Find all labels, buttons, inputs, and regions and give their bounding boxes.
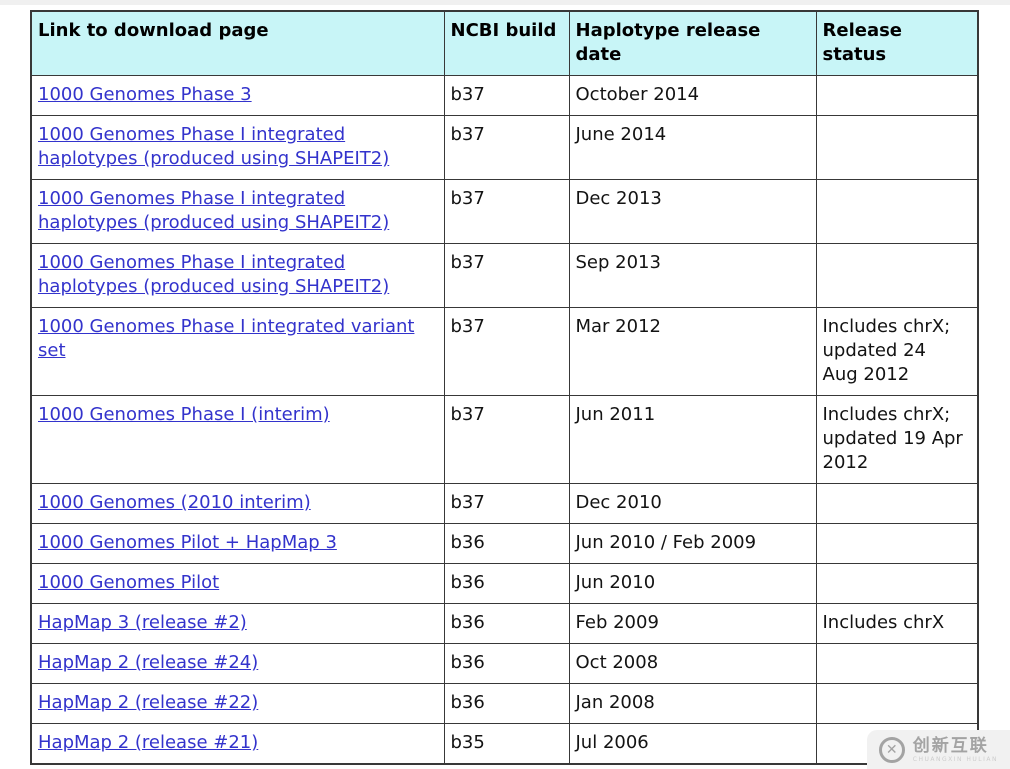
download-page-link[interactable]: HapMap 2 (release #21) [38,732,258,753]
date-cell: Jan 2008 [568,683,817,724]
status-cell [815,683,979,724]
date-cell: Jun 2010 / Feb 2009 [568,523,817,564]
download-page-cell: HapMap 2 (release #24) [30,643,445,684]
download-page-link[interactable]: 1000 Genomes Phase I integrated variant … [38,316,414,361]
col-header-release-date: Haplotype release date [568,10,817,76]
download-page-link[interactable]: HapMap 2 (release #22) [38,692,258,713]
download-page-cell: 1000 Genomes Pilot + HapMap 3 [30,523,445,564]
date-cell: Dec 2010 [568,483,817,524]
table-row: HapMap 2 (release #21) b35 Jul 2006 [30,723,979,765]
download-page-cell: 1000 Genomes Phase 3 [30,75,445,116]
download-page-cell: HapMap 2 (release #21) [30,723,445,765]
date-cell: Mar 2012 [568,307,817,396]
build-cell: b37 [443,395,570,484]
status-cell [815,75,979,116]
download-page-link[interactable]: 1000 Genomes Pilot [38,572,219,593]
date-cell: Feb 2009 [568,603,817,644]
status-cell: Includes chrX [815,603,979,644]
build-cell: b36 [443,603,570,644]
build-cell: b35 [443,723,570,765]
watermark-subtitle: CHUANGXIN HULIAN [912,756,998,763]
status-cell: Includes chrX; updated 19 Apr 2012 [815,395,979,484]
col-header-download-page: Link to download page [30,10,445,76]
download-page-cell: HapMap 3 (release #2) [30,603,445,644]
download-page-link[interactable]: 1000 Genomes Phase I integrated haplotyp… [38,188,389,233]
table-row: HapMap 2 (release #24) b36 Oct 2008 [30,643,979,684]
status-cell [815,523,979,564]
download-page-cell: 1000 Genomes Phase I (interim) [30,395,445,484]
watermark-logo-icon: ✕ [878,737,905,763]
table-row: 1000 Genomes Phase I integrated haplotyp… [30,243,979,308]
build-cell: b37 [443,179,570,244]
download-page-cell: 1000 Genomes Phase I integrated haplotyp… [30,243,445,308]
download-page-link[interactable]: 1000 Genomes Phase I integrated haplotyp… [38,252,389,297]
date-cell: Jun 2011 [568,395,817,484]
date-cell: Jun 2010 [568,563,817,604]
download-page-cell: 1000 Genomes Phase I integrated haplotyp… [30,115,445,180]
status-cell: Includes chrX; updated 24 Aug 2012 [815,307,979,396]
table-row: 1000 Genomes Phase I integrated haplotyp… [30,179,979,244]
download-page-link[interactable]: 1000 Genomes Phase I (interim) [38,404,330,425]
status-cell [815,243,979,308]
download-page-link[interactable]: HapMap 3 (release #2) [38,612,247,633]
page: Link to download page NCBI build Haploty… [0,0,1010,765]
build-cell: b37 [443,483,570,524]
download-page-link[interactable]: 1000 Genomes Phase I integrated haplotyp… [38,124,389,169]
build-cell: b36 [443,683,570,724]
status-cell [815,643,979,684]
col-header-ncbi-build: NCBI build [443,10,570,76]
watermark-text: 创新互联 CHUANGXIN HULIAN [912,736,998,764]
table-row: 1000 Genomes Pilot + HapMap 3 b36 Jun 2010… [30,523,979,564]
watermark: ✕ 创新互联 CHUANGXIN HULIAN [866,730,1010,769]
download-page-cell: HapMap 2 (release #22) [30,683,445,724]
download-page-cell: 1000 Genomes Phase I integrated variant … [30,307,445,396]
status-cell [815,483,979,524]
table-row: HapMap 3 (release #2) b36 Feb 2009 Includes… [30,603,979,644]
status-cell [815,115,979,180]
table-row: 1000 Genomes (2010 interim) b37 Dec 2010 [30,483,979,524]
date-cell: Oct 2008 [568,643,817,684]
download-page-link[interactable]: HapMap 2 (release #24) [38,652,258,673]
haplotype-release-table: Link to download page NCBI build Haploty… [30,10,979,765]
download-page-link[interactable]: 1000 Genomes Pilot + HapMap 3 [38,532,337,553]
download-page-link[interactable]: 1000 Genomes (2010 interim) [38,492,311,513]
build-cell: b36 [443,643,570,684]
col-header-release-status: Release status [815,10,979,76]
build-cell: b37 [443,243,570,308]
status-cell [815,179,979,244]
table-row: 1000 Genomes Pilot b36 Jun 2010 [30,563,979,604]
watermark-title: 创新互联 [912,736,989,756]
table-row: 1000 Genomes Phase I integrated variant … [30,307,979,396]
download-page-cell: 1000 Genomes Pilot [30,563,445,604]
date-cell: October 2014 [568,75,817,116]
download-page-cell: 1000 Genomes Phase I integrated haplotyp… [30,179,445,244]
build-cell: b36 [443,523,570,564]
build-cell: b37 [443,115,570,180]
build-cell: b37 [443,75,570,116]
date-cell: June 2014 [568,115,817,180]
header-row: Link to download page NCBI build Haploty… [30,10,979,76]
download-page-link[interactable]: 1000 Genomes Phase 3 [38,84,252,105]
table-row: 1000 Genomes Phase 3 b37 October 2014 [30,75,979,116]
build-cell: b36 [443,563,570,604]
build-cell: b37 [443,307,570,396]
top-edge-strip [0,0,1010,5]
date-cell: Dec 2013 [568,179,817,244]
date-cell: Jul 2006 [568,723,817,765]
status-cell [815,563,979,604]
date-cell: Sep 2013 [568,243,817,308]
table-row: 1000 Genomes Phase I integrated haplotyp… [30,115,979,180]
table-row: HapMap 2 (release #22) b36 Jan 2008 [30,683,979,724]
download-page-cell: 1000 Genomes (2010 interim) [30,483,445,524]
table-row: 1000 Genomes Phase I (interim) b37 Jun 201… [30,395,979,484]
